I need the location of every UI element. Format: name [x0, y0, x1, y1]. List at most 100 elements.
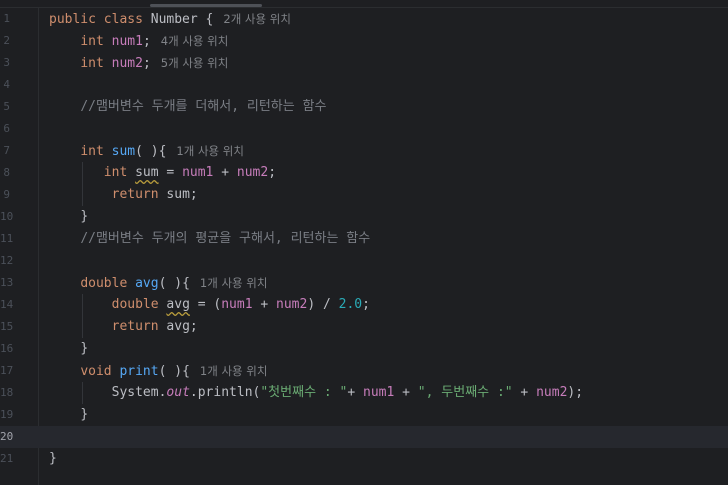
code-text[interactable]: int sum( ){1개 사용 위치	[49, 140, 244, 163]
code-line[interactable]: 14 double avg = (num1 + num2) / 2.0;	[0, 294, 728, 316]
code-token: num1	[182, 165, 214, 180]
line-number: 19	[0, 408, 14, 421]
code-text[interactable]: int sum = num1 + num2;	[49, 162, 276, 184]
code-line[interactable]: 9 return sum;	[0, 184, 728, 206]
code-token: .println(	[189, 385, 261, 400]
code-token: double	[80, 276, 136, 291]
code-token: sum	[135, 165, 159, 180]
code-text[interactable]: double avg( ){ 1개 사용 위치	[49, 272, 267, 295]
code-token: ) /	[307, 297, 339, 312]
code-token: int	[80, 144, 112, 159]
code-token: System.	[111, 385, 167, 400]
indent-guide	[82, 162, 83, 206]
code-text[interactable]: double avg = (num1 + num2) / 2.0;	[49, 294, 370, 316]
code-text[interactable]: return avg;	[49, 316, 198, 338]
code-token: sum;	[166, 187, 198, 202]
code-text[interactable]: //맴버변수 두개를 더해서, 리턴하는 함수	[49, 96, 326, 118]
line-number: 14	[0, 298, 14, 311]
code-token: =	[158, 165, 183, 180]
code-line[interactable]: 4	[0, 74, 728, 96]
usages-hint[interactable]: 2개 사용 위치	[223, 12, 291, 26]
line-number: 15	[0, 320, 14, 333]
code-text[interactable]: }	[49, 404, 88, 426]
code-text[interactable]: System.out.println("첫번째수 : "+ num1 + ", …	[49, 382, 583, 404]
code-token: return	[111, 187, 167, 202]
code-text[interactable]: //맴버변수 두개의 평균을 구해서, 리턴하는 함수	[49, 228, 370, 250]
code-line[interactable]: 5 //맴버변수 두개를 더해서, 리턴하는 함수	[0, 96, 728, 118]
code-token: +	[252, 297, 277, 312]
line-number: 5	[3, 100, 10, 113]
code-token: ( ){	[158, 364, 190, 379]
code-line[interactable]: 2 int num1; 4개 사용 위치	[0, 30, 728, 52]
code-line[interactable]: 11 //맴버변수 두개의 평균을 구해서, 리턴하는 함수	[0, 228, 728, 250]
code-text[interactable]: return sum;	[49, 184, 198, 206]
code-token: +	[213, 165, 237, 180]
code-line[interactable]: 6	[0, 118, 728, 140]
code-token: return	[111, 319, 167, 334]
usages-hint[interactable]: 1개 사용 위치	[200, 276, 268, 290]
usages-hint[interactable]: 1개 사용 위치	[176, 144, 244, 158]
code-token: int	[103, 165, 136, 180]
code-line[interactable]: 17 void print( ){1개 사용 위치	[0, 360, 728, 382]
code-token: +	[512, 385, 537, 400]
code-editor[interactable]: 1 public class Number {2개 사용 위치 2 int num1…	[0, 0, 728, 485]
indent-guide	[82, 294, 83, 338]
code-line[interactable]: 18 System.out.println("첫번째수 : "+ num1 + …	[0, 382, 728, 404]
line-number: 12	[0, 254, 14, 267]
code-line[interactable]: 15 return avg;	[0, 316, 728, 338]
line-number: 1	[3, 12, 10, 25]
code-line[interactable]: 8 int sum = num1 + num2;	[0, 162, 728, 184]
code-token: ( ){	[158, 276, 190, 291]
code-text[interactable]: void print( ){1개 사용 위치	[49, 360, 267, 383]
code-token: num2	[276, 297, 308, 312]
code-token: void	[80, 364, 120, 379]
code-line[interactable]: 1 public class Number {2개 사용 위치	[0, 8, 728, 30]
code-text[interactable]: }	[49, 448, 57, 470]
code-line[interactable]: 10 }	[0, 206, 728, 228]
code-line[interactable]: 16 }	[0, 338, 728, 360]
code-line[interactable]: 3 int num2; 5개 사용 위치	[0, 52, 728, 74]
line-number: 21	[0, 452, 14, 465]
code-text[interactable]: }	[49, 206, 88, 228]
code-token: );	[567, 385, 584, 400]
code-line[interactable]: 7 int sum( ){1개 사용 위치	[0, 140, 728, 162]
line-number: 4	[3, 78, 10, 91]
code-line[interactable]: 12	[0, 250, 728, 272]
line-number: 17	[0, 364, 14, 377]
code-token: avg	[135, 276, 159, 291]
code-token: num2	[536, 385, 568, 400]
code-token: num1	[221, 297, 253, 312]
usages-hint[interactable]: 4개 사용 위치	[161, 34, 229, 48]
code-token: int	[80, 34, 112, 49]
line-number: 9	[3, 188, 10, 201]
code-token: avg	[166, 297, 190, 312]
line-number: 18	[0, 386, 14, 399]
code-token: Number {	[150, 12, 214, 27]
indent-guide	[82, 382, 83, 404]
code-line[interactable]: 13 double avg( ){1개 사용 위치	[0, 272, 728, 294]
code-token: sum	[111, 144, 136, 159]
line-number: 8	[3, 166, 10, 179]
code-token: num1	[363, 385, 395, 400]
line-number: 16	[0, 342, 14, 355]
line-number: 7	[3, 144, 10, 157]
code-text[interactable]: int num2; 5개 사용 위치	[49, 52, 228, 75]
code-line[interactable]: 19 }	[0, 404, 728, 426]
code-token: num2	[236, 165, 269, 180]
code-token: avg;	[166, 319, 198, 334]
usages-hint[interactable]: 1개 사용 위치	[200, 364, 268, 378]
code-text[interactable]: }	[49, 338, 88, 360]
usages-hint[interactable]: 5개 사용 위치	[161, 56, 229, 70]
code-text[interactable]: int num1; 4개 사용 위치	[49, 30, 228, 53]
code-text[interactable]: public class Number {2개 사용 위치	[49, 8, 291, 31]
code-line[interactable]: 20	[0, 426, 728, 448]
code-line[interactable]: 21}	[0, 448, 728, 470]
code-token: +	[347, 385, 363, 400]
